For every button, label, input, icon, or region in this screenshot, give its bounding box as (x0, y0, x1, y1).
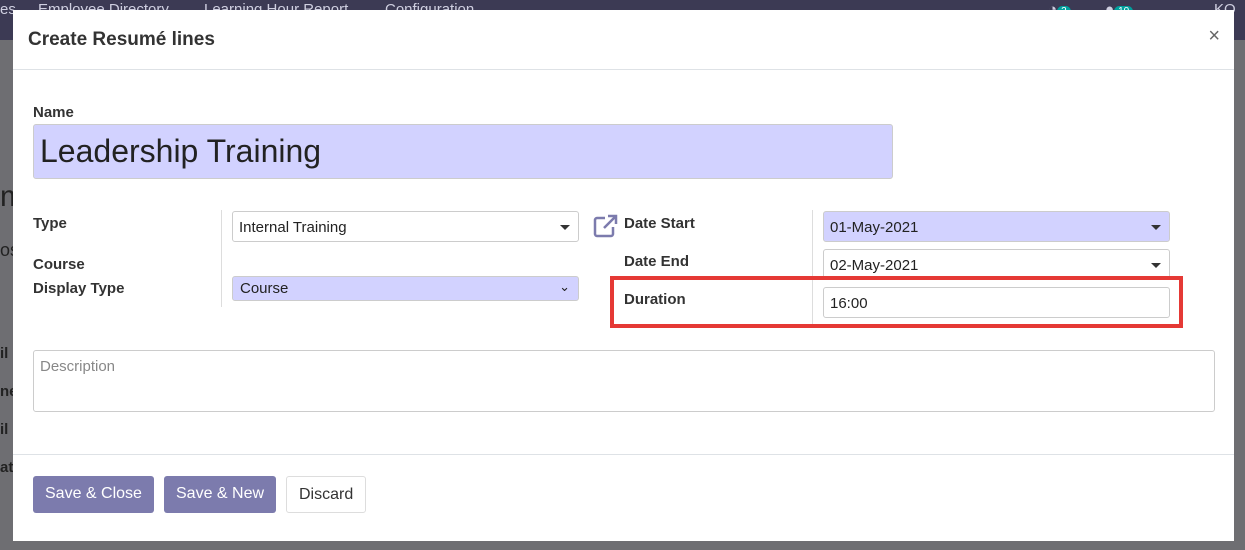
date-start-label: Date Start (624, 215, 695, 232)
name-input[interactable]: Leadership Training (33, 124, 893, 179)
chevron-down-icon: ⌄ (559, 279, 570, 294)
date-end-label: Date End (624, 253, 690, 270)
duration-input[interactable]: 16:00 (823, 287, 1170, 318)
dialog-title: Create Resumé lines (28, 29, 215, 50)
create-resume-lines-dialog: Create Resumé lines × Name Leadership Tr… (13, 10, 1234, 541)
display-type-value: Course (240, 280, 289, 297)
dialog-header: Create Resumé lines × (13, 10, 1234, 70)
date-start-input[interactable]: 01-May-2021 (823, 211, 1170, 242)
display-type-select[interactable]: Course ⌄ (232, 276, 579, 301)
close-icon[interactable]: × (1208, 25, 1220, 48)
type-value: Internal Training (239, 219, 347, 236)
display-type-label: Display Type (33, 280, 125, 297)
divider (221, 210, 222, 307)
date-end-value: 02-May-2021 (830, 257, 919, 274)
bg-fragment: at (0, 459, 14, 476)
bg-fragment: il (0, 345, 9, 362)
type-select[interactable]: Internal Training (232, 211, 579, 242)
discard-button[interactable]: Discard (286, 476, 367, 513)
description-textarea[interactable]: Description (33, 350, 1215, 412)
save-close-button[interactable]: Save & Close (33, 476, 154, 513)
name-label: Name (33, 104, 74, 121)
duration-label: Duration (624, 291, 686, 308)
type-label: Type (33, 215, 67, 232)
footer-divider (13, 454, 1234, 455)
date-start-value: 01-May-2021 (830, 219, 919, 236)
caret-down-icon (560, 225, 570, 230)
caret-down-icon (1151, 263, 1161, 268)
caret-down-icon (1151, 225, 1161, 230)
external-link-icon[interactable] (593, 214, 619, 238)
course-label: Course (33, 256, 85, 273)
save-new-button[interactable]: Save & New (164, 476, 277, 513)
bg-fragment: il (0, 421, 9, 438)
